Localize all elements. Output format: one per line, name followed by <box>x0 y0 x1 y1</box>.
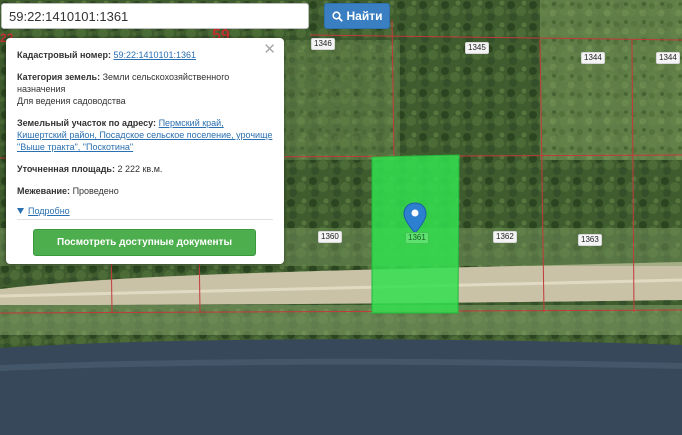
address-label: Земельный участок по адресу: <box>17 118 157 128</box>
area-label: Уточненная площадь: <box>17 164 115 174</box>
view-documents-button[interactable]: Посмотреть доступные документы <box>33 229 256 256</box>
parcel-label: 1344 <box>656 52 680 64</box>
land-category-row: Категория земель: Земли сельскохозяйстве… <box>17 71 273 95</box>
search-button-label: Найти <box>346 9 383 23</box>
details-toggle[interactable]: Подробно <box>17 205 273 217</box>
area-value: 2 222 кв.м. <box>117 164 163 174</box>
survey-value: Проведено <box>72 186 119 196</box>
search-input[interactable] <box>1 3 309 29</box>
caret-down-icon <box>17 208 24 214</box>
address-row: Земельный участок по адресу: Пермский кр… <box>17 117 273 153</box>
search-icon <box>331 10 343 22</box>
survey-row: Межевание: Проведено <box>17 185 273 197</box>
area-row: Уточненная площадь: 2 222 кв.м. <box>17 163 273 175</box>
cadastral-number-link[interactable]: 59:22:1410101:1361 <box>113 50 196 60</box>
parcel-label: 1362 <box>493 231 517 243</box>
details-link: Подробно <box>28 206 70 216</box>
parcel-label: 1344 <box>581 52 605 64</box>
parcel-label: 1345 <box>465 42 489 54</box>
cadastral-number-label: Кадастровый номер: <box>17 50 111 60</box>
cadastral-number-row: Кадастровый номер: 59:22:1410101:1361 <box>17 49 273 61</box>
land-usage: Для ведения садоводства <box>17 96 126 106</box>
land-category-label: Категория земель: <box>17 72 101 82</box>
selected-parcel-label: 1361 <box>405 232 429 244</box>
search-button[interactable]: Найти <box>324 3 390 29</box>
parcel-label: 1346 <box>311 38 335 50</box>
close-icon[interactable]: ✕ <box>263 42 276 57</box>
parcel-label: 1363 <box>578 234 602 246</box>
survey-label: Межевание: <box>17 186 71 196</box>
parcel-label: 1360 <box>318 231 342 243</box>
parcel-info-popup: ✕ Кадастровый номер: 59:22:1410101:1361 … <box>6 38 284 264</box>
divider <box>17 219 273 220</box>
